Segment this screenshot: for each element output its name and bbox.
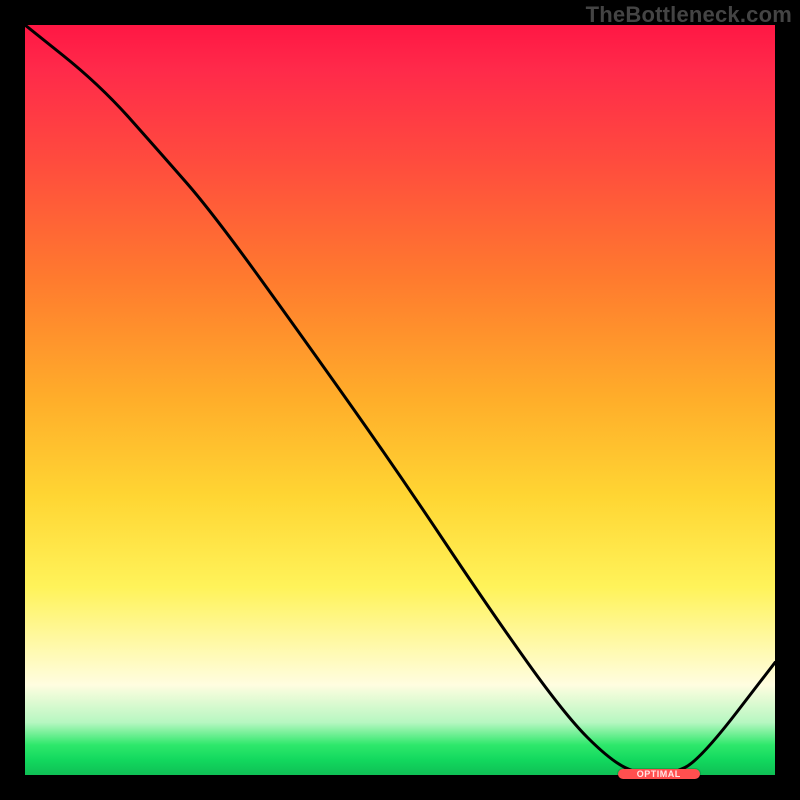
optimal-marker-label: OPTIMAL: [637, 769, 681, 779]
bottleneck-curve: [25, 25, 775, 775]
plot-area: OPTIMAL: [25, 25, 775, 775]
chart-frame: TheBottleneck.com OPTIMAL: [0, 0, 800, 800]
